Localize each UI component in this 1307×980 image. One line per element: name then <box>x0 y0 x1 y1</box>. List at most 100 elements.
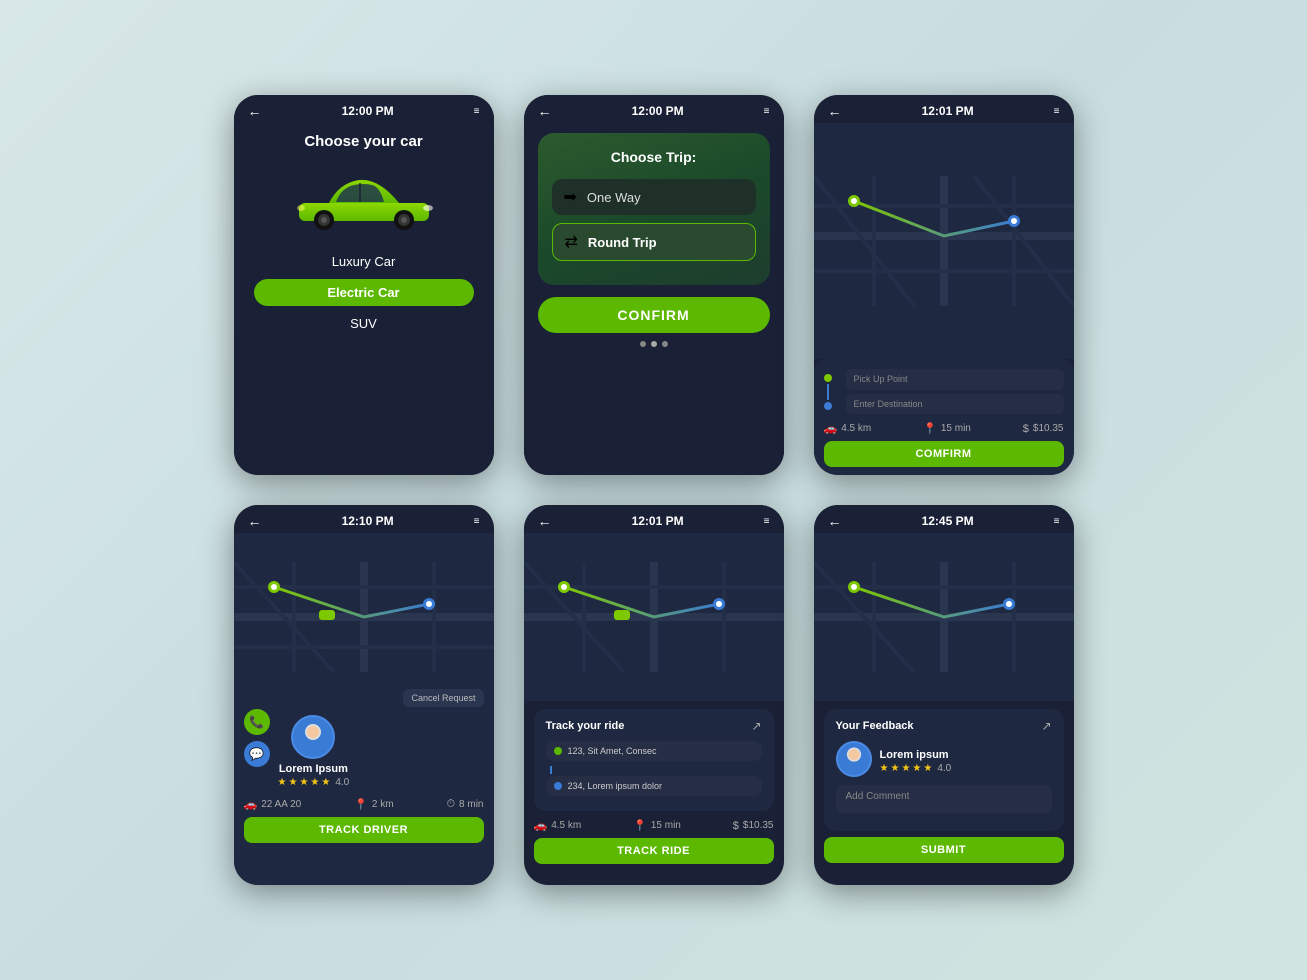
stat-duration-5: 📍 15 min <box>633 819 681 832</box>
track-ride-panel: Track your ride ↗ 123, Sit Amet, Consec … <box>524 701 784 885</box>
card-driver: ← 12:10 PM ≡ <box>234 505 494 885</box>
comment-box[interactable]: Add Comment <box>836 785 1052 813</box>
status-bar-2: ← 12:00 PM ≡ <box>524 95 784 123</box>
choose-car-title: Choose your car <box>304 133 422 150</box>
stars-row-6: ★ ★ ★ ★ ★ 4.0 <box>880 763 952 774</box>
time-6: 12:45 PM <box>922 514 974 528</box>
option-suv[interactable]: SUV <box>254 310 474 337</box>
time-5: 12:01 PM <box>632 514 684 528</box>
fb-star-4: ★ <box>912 763 921 774</box>
time-4: 12:10 PM <box>342 514 394 528</box>
option-luxury[interactable]: Luxury Car <box>254 248 474 275</box>
confirm-route-button[interactable]: COMFIRM <box>824 441 1064 467</box>
location-text-1: 123, Sit Amet, Consec <box>568 746 657 756</box>
map-area-3 <box>814 123 1074 359</box>
fb-star-5: ★ <box>923 763 932 774</box>
stars-row-4: ★ ★ ★ ★ ★ 4.0 <box>278 777 350 788</box>
status-bar-3: ← 12:01 PM ≡ <box>814 95 1074 123</box>
card-choose-trip: ← 12:00 PM ≡ Choose Trip: ➡ One Way ⇄ Ro… <box>524 95 784 475</box>
stat-price-5: $ $10.35 <box>733 820 774 832</box>
trip-oneway[interactable]: ➡ One Way <box>552 179 756 215</box>
feedback-avatar-svg <box>838 741 870 777</box>
destination-label: Enter Destination <box>854 399 1056 409</box>
map-area-4 <box>234 533 494 701</box>
phone-icon-btn[interactable]: 📞 <box>244 709 270 735</box>
card2-body: Choose Trip: ➡ One Way ⇄ Round Trip CONF… <box>524 123 784 475</box>
comment-placeholder: Add Comment <box>846 791 910 802</box>
share-icon[interactable]: ↗ <box>751 719 761 733</box>
oneway-icon: ➡ <box>564 187 577 207</box>
stat-duration-3: 📍 15 min <box>923 422 971 435</box>
back-arrow-3[interactable]: ← <box>828 103 842 119</box>
status-bar-5: ← 12:01 PM ≡ <box>524 505 784 533</box>
stat-eta-4: ⏱ 8 min <box>446 798 483 811</box>
location-row-1: 123, Sit Amet, Consec <box>546 741 762 761</box>
track-ride-box: Track your ride ↗ 123, Sit Amet, Consec … <box>534 709 774 811</box>
stat-distance-4: 📍 2 km <box>354 798 393 811</box>
submit-button[interactable]: SUBMIT <box>824 837 1064 863</box>
feedback-avatar <box>836 741 872 777</box>
card-choose-car: ← 12:00 PM ≡ Choose your car <box>234 95 494 475</box>
option-electric[interactable]: Electric Car <box>254 279 474 306</box>
pagination-dots <box>640 341 668 347</box>
fb-star-1: ★ <box>880 763 889 774</box>
back-arrow-4[interactable]: ← <box>248 513 262 529</box>
chat-icon-btn[interactable]: 💬 <box>244 741 270 767</box>
signal-4: ≡ <box>474 516 480 527</box>
car-image <box>254 158 474 248</box>
share-icon-6[interactable]: ↗ <box>1041 719 1051 733</box>
location-text-2: 234, Lorem ipsum dolor <box>568 781 663 791</box>
stats-row-5: 🚗 4.5 km 📍 15 min $ $10.35 <box>534 819 774 832</box>
back-arrow-6[interactable]: ← <box>828 513 842 529</box>
oneway-label: One Way <box>587 190 641 205</box>
eta-icon-4: ⏱ <box>446 798 455 811</box>
star-5: ★ <box>321 777 330 788</box>
dot-3 <box>662 341 668 347</box>
stat-distance-3: 🚗 4.5 km <box>824 422 872 435</box>
distance-icon-3: 🚗 <box>824 422 838 435</box>
stats-row-3: 🚗 4.5 km 📍 15 min $ $10.35 <box>824 422 1064 435</box>
pickup-label: Pick Up Point <box>854 374 1056 384</box>
feedback-box: Your Feedback ↗ Lorem ipsum <box>824 709 1064 831</box>
driver-rating: 4.0 <box>335 777 349 788</box>
dur-icon-5: 📍 <box>633 819 647 832</box>
time-3: 12:01 PM <box>922 104 974 118</box>
dot-2 <box>651 341 657 347</box>
back-arrow-5[interactable]: ← <box>538 513 552 529</box>
price-icon-3: $ <box>1023 423 1029 435</box>
back-arrow-2[interactable]: ← <box>538 103 552 119</box>
route-panel-3: Pick Up Point Enter Destination 🚗 4.5 km… <box>814 359 1074 475</box>
driver-avatar <box>291 715 335 759</box>
action-icons: 📞 💬 <box>244 709 270 767</box>
trip-roundtrip[interactable]: ⇄ Round Trip <box>552 223 756 261</box>
route-connector <box>550 766 552 774</box>
stat-price-3: $ $10.35 <box>1023 423 1064 435</box>
track-driver-button[interactable]: TRACK DRIVER <box>244 817 484 843</box>
track-title-row: Track your ride ↗ <box>546 719 762 733</box>
app-grid: ← 12:00 PM ≡ Choose your car <box>194 55 1114 925</box>
driver-info-panel: Cancel Request 📞 💬 Lorem I <box>234 701 494 885</box>
track-ride-title: Track your ride <box>546 720 625 732</box>
star-4: ★ <box>310 777 319 788</box>
map-svg-5 <box>524 533 784 701</box>
map-area-6 <box>814 533 1074 701</box>
back-arrow-1[interactable]: ← <box>248 103 262 119</box>
roundtrip-label: Round Trip <box>588 235 657 250</box>
signal-6: ≡ <box>1054 516 1060 527</box>
signal-3: ≡ <box>1054 106 1060 117</box>
fb-star-2: ★ <box>890 763 899 774</box>
feedback-body: Your Feedback ↗ Lorem ipsum <box>814 701 1074 885</box>
dest-dot <box>554 782 562 790</box>
car-illustration <box>284 168 444 238</box>
feedback-driver-name: Lorem ipsum <box>880 749 952 761</box>
signal-1: ≡ <box>474 106 480 117</box>
time-2: 12:00 PM <box>632 104 684 118</box>
confirm-trip-button[interactable]: CONFIRM <box>538 297 770 333</box>
feedback-title-text: Your Feedback <box>836 720 914 732</box>
cancel-tag[interactable]: Cancel Request <box>403 689 483 707</box>
track-ride-button[interactable]: TRACK RIDE <box>534 838 774 864</box>
status-bar-6: ← 12:45 PM ≡ <box>814 505 1074 533</box>
driver-avatar-svg <box>294 718 332 756</box>
stat-plate: 🚗 22 AA 20 <box>244 798 302 811</box>
feedback-rating: 4.0 <box>937 763 951 774</box>
